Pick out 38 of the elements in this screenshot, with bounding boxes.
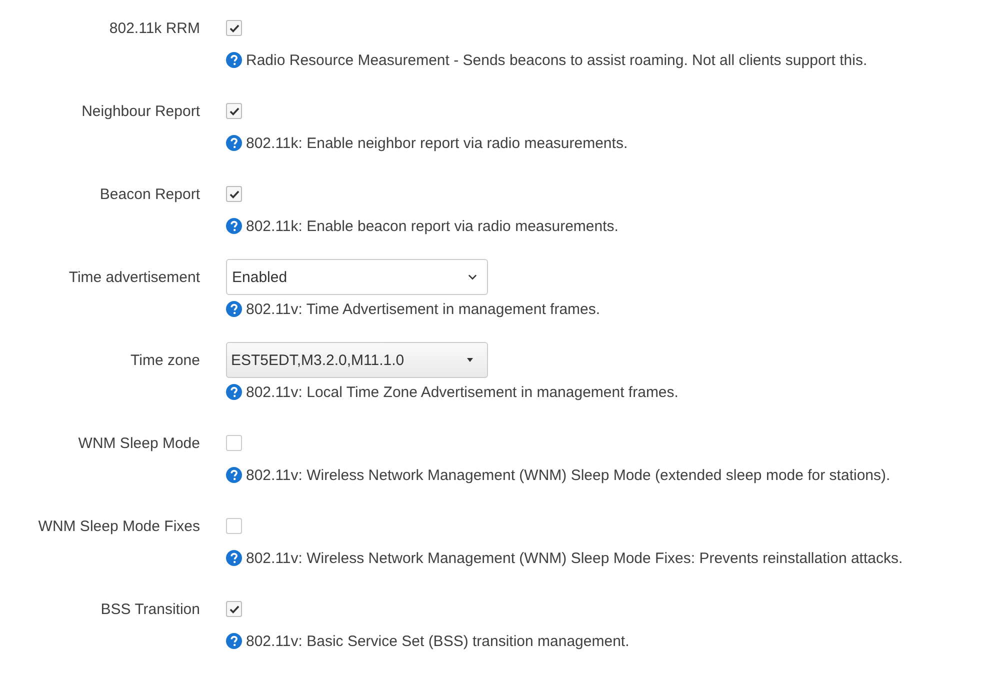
- chevron-down-icon: [468, 274, 477, 280]
- checkbox[interactable]: [226, 435, 242, 451]
- field-label: Neighbour Report: [80, 102, 200, 120]
- help-icon: [226, 467, 242, 483]
- checkbox[interactable]: [226, 103, 242, 119]
- checkmark-icon: [228, 106, 240, 116]
- help-text: 802.11k: Enable neighbor report via radio measurements.: [246, 134, 628, 152]
- field-label: WNM Sleep Mode Fixes: [37, 518, 200, 534]
- help-icon: [226, 633, 242, 649]
- field-label: BSS Transition: [100, 600, 200, 618]
- select-field[interactable]: EST5EDT,M3.2.0,M11.1.0: [226, 342, 488, 378]
- help-text: 802.11k: Enable beacon report via radio measurements.: [246, 218, 618, 234]
- checkbox[interactable]: [226, 601, 242, 617]
- help-text: 802.11v: Time Advertisement in management frames.: [246, 300, 600, 318]
- help-icon: [226, 52, 242, 68]
- select-field[interactable]: Enabled: [226, 259, 488, 295]
- help-text: 802.11v: Wireless Network Management (WNM) Sleep Mode (extended sleep mode for stations).: [246, 466, 890, 484]
- help-icon: [226, 218, 242, 234]
- field-label: Beacon Report: [98, 186, 200, 202]
- checkmark-icon: [228, 604, 240, 614]
- field-label: Time advertisement: [68, 268, 200, 286]
- field-label: 802.11k RRM: [108, 20, 200, 36]
- caret-icon: [467, 358, 473, 362]
- field-label: Time zone: [130, 352, 200, 368]
- help-text: Radio Resource Measurement - Sends beacons to assist roaming. Not all clients support this.: [246, 52, 868, 68]
- help-icon: [226, 384, 242, 400]
- checkbox[interactable]: [226, 20, 242, 36]
- help-icon: [226, 301, 242, 317]
- checkbox[interactable]: [226, 518, 242, 534]
- checkmark-icon: [228, 190, 240, 198]
- checkbox[interactable]: [226, 186, 242, 202]
- help-text: 802.11v: Local Time Zone Advertisement in management frames.: [246, 384, 678, 400]
- help-icon: [226, 550, 242, 566]
- help-text: 802.11v: Wireless Network Management (WNM) Sleep Mode Fixes: Prevents reinstallation attacks.: [246, 550, 903, 566]
- field-label: WNM Sleep Mode: [77, 434, 200, 452]
- help-icon: [226, 135, 242, 151]
- help-text: 802.11v: Basic Service Set (BSS) transition management.: [246, 632, 630, 650]
- checkmark-icon: [228, 24, 240, 32]
